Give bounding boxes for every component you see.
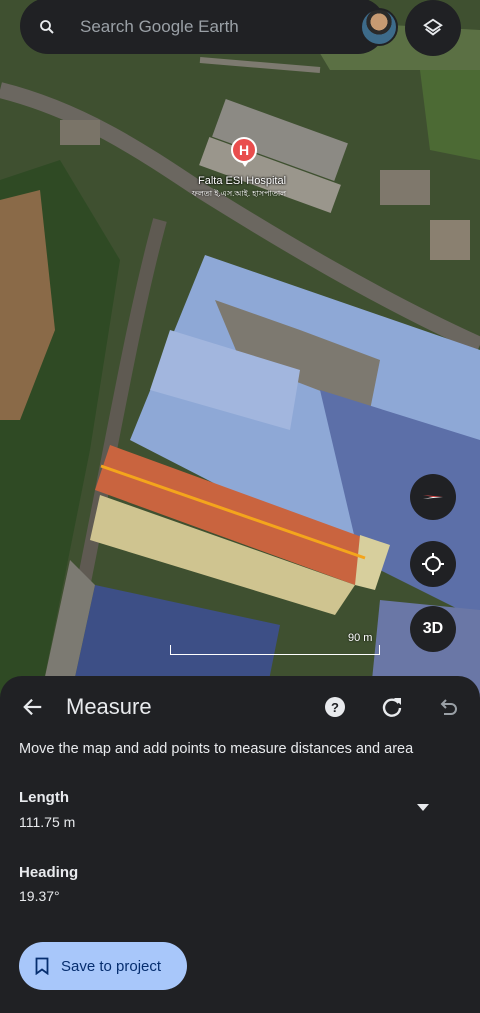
search-input[interactable]: Search Google Earth <box>80 17 239 37</box>
redo-icon[interactable] <box>380 695 404 719</box>
layers-icon <box>423 18 443 36</box>
3d-toggle-button[interactable]: 3D <box>410 606 456 652</box>
panel-title: Measure <box>66 694 152 719</box>
scale-label: 90 m <box>348 632 373 644</box>
help-icon[interactable]: ? <box>325 697 345 717</box>
bookmark-icon <box>35 957 49 975</box>
compass-icon <box>423 495 443 499</box>
avatar[interactable] <box>360 8 398 46</box>
save-button-label: Save to project <box>61 957 162 975</box>
measure-panel: Measure ? Move the map and add points to… <box>0 676 480 1013</box>
poi-subtitle: ফলতা ই.এস.আই. হাসপাতাল <box>192 189 287 198</box>
back-arrow-icon[interactable] <box>22 696 44 718</box>
save-to-project-button[interactable]: Save to project <box>19 942 187 990</box>
scale-bar <box>170 645 380 655</box>
map-imagery <box>0 0 480 700</box>
my-location-button[interactable] <box>410 541 456 587</box>
measure-hint: Move the map and add points to measure d… <box>19 741 414 757</box>
length-label: Length <box>19 789 69 806</box>
hospital-marker[interactable]: H <box>231 137 257 167</box>
poi-name[interactable]: Falta ESI Hospital <box>198 175 286 187</box>
layers-button[interactable] <box>405 0 461 56</box>
locate-icon <box>422 553 444 575</box>
hospital-badge: H <box>238 142 250 158</box>
heading-value: 19.37° <box>19 888 60 904</box>
compass-button[interactable] <box>410 474 456 520</box>
search-icon <box>40 20 54 34</box>
search-bar[interactable]: Search Google Earth <box>20 0 398 54</box>
undo-icon[interactable] <box>436 695 460 719</box>
length-value: 111.75 m <box>19 814 76 830</box>
heading-label: Heading <box>19 864 79 881</box>
satellite-map[interactable]: H Falta ESI Hospital ফলতা ই.এস.আই. হাসপা… <box>0 0 480 700</box>
dropdown-icon[interactable] <box>417 804 429 811</box>
